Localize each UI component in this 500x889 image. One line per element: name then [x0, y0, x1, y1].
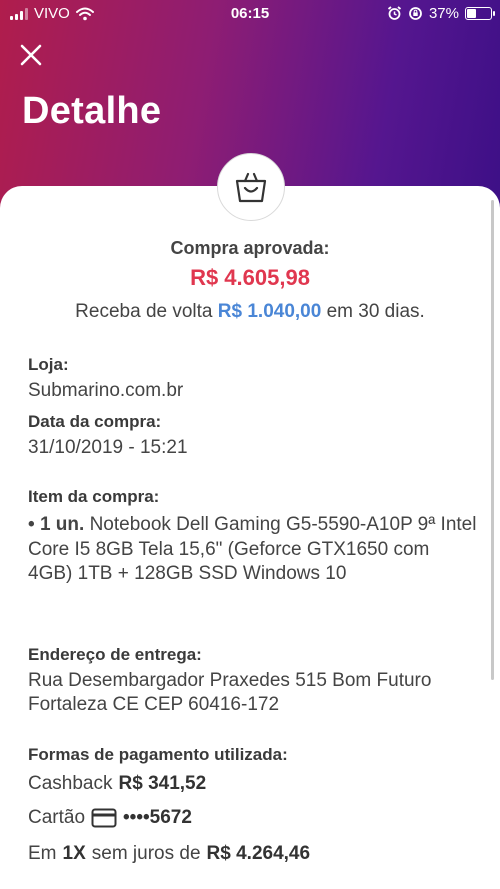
payment-card-number: ••••5672	[123, 807, 192, 828]
store-value: Submarino.com.br	[28, 380, 184, 401]
credit-card-icon	[91, 808, 117, 828]
page-title: Detalhe	[22, 90, 162, 132]
item-bullet: •	[28, 514, 35, 535]
item-section: Item da compra: • 1 un. Notebook Dell Ga…	[28, 487, 478, 587]
payment-card-label: Cartão	[28, 807, 86, 828]
store-label: Loja:	[28, 355, 69, 374]
battery-level	[467, 9, 476, 18]
payment-section: Formas de pagamento utilizada: Cashback …	[28, 745, 478, 869]
bag-badge	[217, 153, 285, 221]
payment-installment-row: Em 1X sem juros de R$ 4.264,46	[28, 839, 478, 869]
close-icon	[20, 44, 42, 66]
date-label: Data da compra:	[28, 412, 162, 431]
payment-cashback-row: Cashback R$ 341,52	[28, 769, 478, 799]
status-bar-right: 37%	[387, 5, 495, 22]
purchase-status: Compra aprovada:	[170, 238, 330, 258]
address-value: Rua Desembargador Praxedes 515 Bom Futur…	[28, 670, 432, 715]
battery-percent: 37%	[428, 5, 459, 22]
cashback-suffix: em 30 dias.	[326, 301, 425, 322]
date-section: Data da compra: 31/10/2019 - 15:21	[28, 412, 478, 460]
status-bar: VIVO 06:15 37%	[0, 0, 500, 30]
payment-cashback-label: Cashback	[28, 773, 113, 794]
rotation-lock-icon	[409, 7, 422, 20]
payment-card-row: Cartão ••••5672	[28, 803, 478, 833]
cashback-prefix: Receba de volta	[75, 301, 213, 322]
purchase-amount: R$ 4.605,98	[190, 265, 310, 290]
item-description: • 1 un. Notebook Dell Gaming G5-5590-A10…	[28, 513, 478, 587]
installment-count: 1X	[62, 843, 86, 864]
installment-prefix: Em	[28, 843, 57, 864]
close-button[interactable]	[18, 42, 44, 68]
item-quantity: 1 un.	[39, 514, 85, 535]
address-label: Endereço de entrega:	[28, 645, 202, 664]
battery-icon	[465, 7, 495, 20]
date-value: 31/10/2019 - 15:21	[28, 437, 188, 458]
alarm-icon	[387, 6, 402, 20]
installment-value: R$ 4.264,46	[206, 843, 311, 864]
payment-cashback-value: R$ 341,52	[118, 773, 207, 794]
address-section: Endereço de entrega: Rua Desembargador P…	[28, 645, 478, 717]
item-text: Notebook Dell Gaming G5-5590-A10P 9ª Int…	[28, 514, 477, 584]
installment-middle: sem juros de	[91, 843, 201, 864]
payment-label: Formas de pagamento utilizada:	[28, 745, 288, 764]
shopping-bag-icon	[235, 172, 267, 203]
cashback-amount: R$ 1.040,00	[217, 301, 322, 322]
store-section: Loja: Submarino.com.br	[28, 355, 478, 403]
cashback-message: Receba de volta R$ 1.040,00 em 30 dias.	[0, 301, 500, 323]
item-label: Item da compra:	[28, 487, 160, 506]
